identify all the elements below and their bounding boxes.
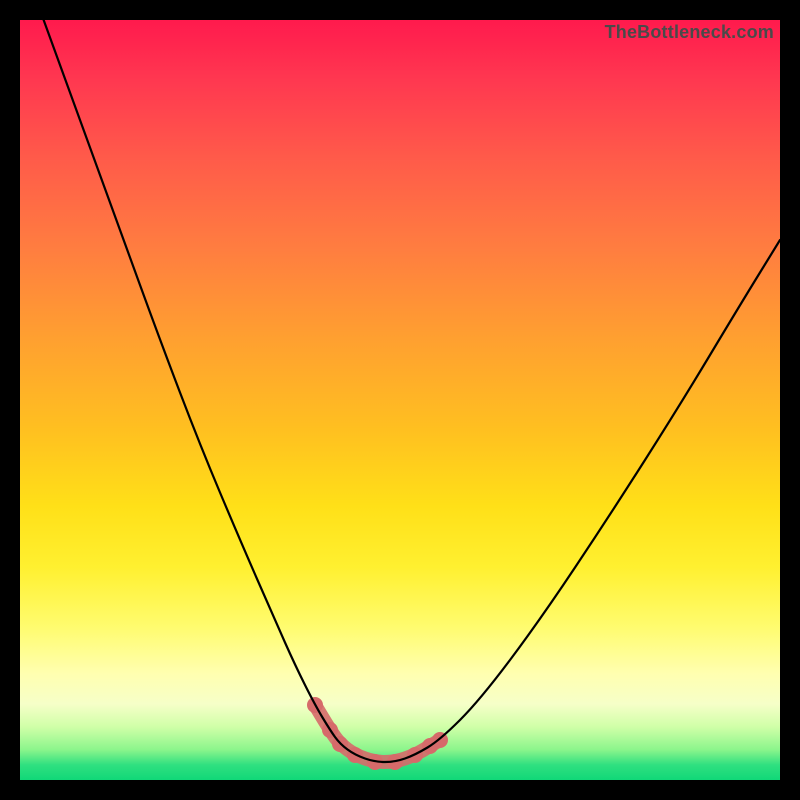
chart-svg [20,20,780,780]
plot-area: TheBottleneck.com [20,20,780,780]
trough-dots [307,697,448,770]
bottleneck-curve [40,20,780,762]
chart-frame: TheBottleneck.com [0,0,800,800]
